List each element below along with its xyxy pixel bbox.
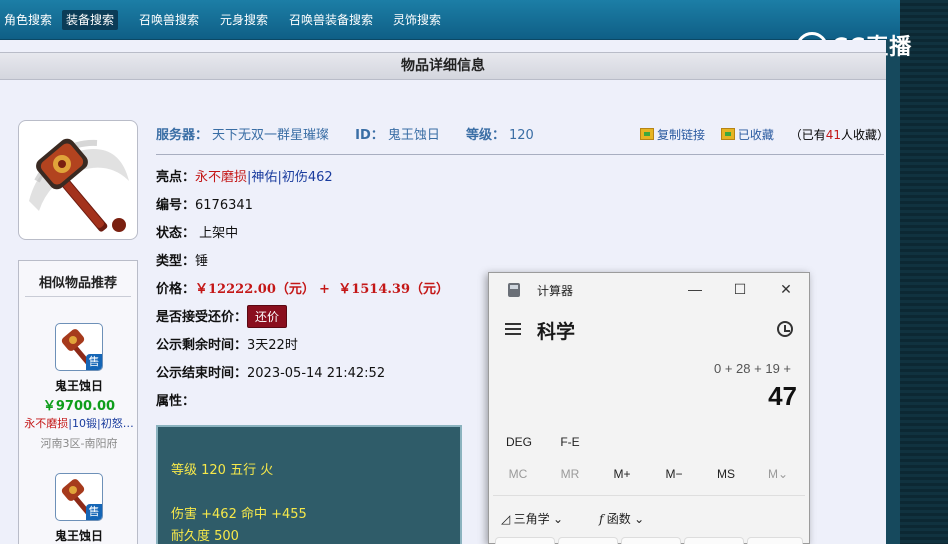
- end-time-value: 2023-05-14 21:42:52: [247, 366, 386, 381]
- counter-offer-row: 是否接受还价： 还价: [156, 305, 288, 328]
- collect-prefix: （已有: [789, 128, 826, 142]
- price-row: 价格：￥12222.00（元） + ￥1514.39（元）: [156, 282, 449, 297]
- similar-item-server: 河南3区-南阳府: [40, 437, 118, 450]
- attributes-box: 等级 120 五行 火 伤害 +462 命中 +455 耐久度 500: [156, 425, 462, 544]
- highlight-tag: 初伤462: [281, 170, 333, 185]
- nav-equipment-search[interactable]: 装备搜索: [62, 10, 119, 30]
- calculator-expression: 0 + 28 + 19 +: [714, 361, 791, 376]
- calc-key[interactable]: [621, 537, 681, 544]
- chevron-down-icon: ⌄: [552, 512, 563, 526]
- nav-yuanshen-search[interactable]: 元身搜索: [216, 10, 272, 30]
- calculator-result: 47: [768, 381, 797, 411]
- collect-suffix: 人收藏）: [840, 128, 889, 142]
- divider: [156, 154, 884, 155]
- attr-line: 等级 120 五行 火: [171, 463, 274, 478]
- status-value: 上架中: [199, 226, 239, 241]
- item-actions: 复制链接 已收藏 （已有41人收藏）: [640, 126, 889, 143]
- similar-items-panel: 相似物品推荐 售 鬼王蚀日 ￥9700.00 永不磨损|10锻|初怒… 河南3区…: [18, 260, 138, 544]
- sale-badge: 售: [86, 354, 102, 370]
- end-time-row: 公示结束时间：2023-05-14 21:42:52: [156, 366, 386, 381]
- page-title: 物品详细信息: [0, 52, 886, 80]
- remaining-time-value: 3天22时: [247, 338, 298, 353]
- favorite-icon: [720, 128, 735, 140]
- highlight-tag: 永不磨损: [195, 170, 248, 185]
- remaining-time-row: 公示剩余时间：3天22时: [156, 338, 298, 353]
- calculator-titlebar[interactable]: 计算器 — ☐ ✕: [489, 273, 809, 305]
- memory-clear-button[interactable]: MC: [496, 467, 540, 481]
- memory-list-button[interactable]: M⌄: [756, 467, 800, 481]
- server-label: 服务器：: [156, 128, 209, 143]
- highlight-tag: 神佑: [251, 170, 278, 185]
- calc-key[interactable]: [558, 537, 618, 544]
- page-scroll-edge: [886, 40, 900, 544]
- collect-count: 41: [825, 128, 841, 142]
- close-button[interactable]: ✕: [774, 279, 798, 299]
- code-value: 6176341: [195, 198, 253, 213]
- item-image: [18, 120, 138, 240]
- calc-key[interactable]: [747, 537, 803, 544]
- deg-button[interactable]: DEG: [497, 435, 541, 449]
- copy-link-icon: [640, 128, 654, 140]
- chevron-down-icon: ⌄: [634, 512, 645, 526]
- memory-recall-button[interactable]: MR: [548, 467, 592, 481]
- attr-line: 伤害 +462 命中 +455: [171, 507, 307, 522]
- function-icon: f: [599, 512, 604, 526]
- hammer-icon: [29, 138, 129, 232]
- similar-items-title: 相似物品推荐: [25, 261, 131, 297]
- attributes-row: 属性：: [156, 394, 196, 409]
- counter-offer-button[interactable]: 还价: [247, 305, 288, 328]
- highlight-row: 亮点：永不磨损|神佑|初伤462: [156, 170, 333, 185]
- nav-lingshi-search[interactable]: 灵饰搜索: [389, 10, 445, 30]
- id-value: 鬼王蚀日: [387, 128, 440, 143]
- similar-item-tags: 永不磨损|10锻|初怒…: [24, 417, 134, 430]
- code-row: 编号：6176341: [156, 198, 253, 213]
- calculator-window: 计算器 — ☐ ✕ 科学 0 + 28 + 19 + 47 DEG F-E MC…: [488, 272, 810, 544]
- history-icon[interactable]: [777, 321, 793, 337]
- nav-summon-search[interactable]: 召唤兽搜索: [135, 10, 203, 30]
- similar-item-thumb[interactable]: 售: [55, 473, 103, 521]
- calc-key[interactable]: [495, 537, 555, 544]
- sale-badge: 售: [86, 504, 102, 520]
- maximize-button[interactable]: ☐: [728, 279, 752, 299]
- calc-key[interactable]: [684, 537, 744, 544]
- id-label: ID：: [355, 128, 384, 143]
- type-value: 锤: [195, 254, 209, 269]
- status-row: 状态： 上架中: [156, 226, 239, 241]
- calculator-title: 计算器: [537, 284, 574, 298]
- function-dropdown[interactable]: f 函数 ⌄: [599, 510, 644, 527]
- copy-link-button[interactable]: 复制链接: [657, 128, 705, 142]
- nav-summon-equip-search[interactable]: 召唤兽装备搜索: [285, 10, 377, 30]
- price-fee: ￥1514.39（元）: [338, 282, 449, 297]
- collected-button[interactable]: 已收藏: [738, 128, 774, 142]
- top-nav: 角色搜索 装备搜索 召唤兽搜索 元身搜索 召唤兽装备搜索 灵饰搜索: [0, 0, 900, 40]
- similar-item-thumb[interactable]: 售: [55, 323, 103, 371]
- similar-item-name[interactable]: 鬼王蚀日: [19, 377, 139, 394]
- divider: [493, 495, 805, 496]
- calculator-mode: 科学: [537, 322, 576, 343]
- memory-add-button[interactable]: M+: [600, 467, 644, 481]
- server-value: 天下无双一群星璀璨: [212, 128, 330, 143]
- attr-line: 耐久度 500: [171, 529, 239, 544]
- price-main: ￥12222.00（元）: [195, 282, 315, 297]
- minimize-button[interactable]: —: [683, 279, 707, 299]
- type-row: 类型：锤: [156, 254, 209, 269]
- memory-subtract-button[interactable]: M−: [652, 467, 696, 481]
- nav-role-search[interactable]: 角色搜索: [0, 10, 56, 30]
- trig-dropdown[interactable]: ◿ 三角学 ⌄: [501, 510, 563, 527]
- background-strip: [900, 0, 948, 544]
- calculator-app-icon: [508, 283, 520, 297]
- level-value: 120: [508, 128, 534, 143]
- similar-item-name[interactable]: 鬼王蚀日: [19, 527, 139, 544]
- fe-button[interactable]: F-E: [548, 435, 592, 449]
- item-meta-line: 服务器： 天下无双一群星璀璨 ID： 鬼王蚀日 等级： 120: [156, 124, 538, 143]
- level-label: 等级：: [465, 128, 505, 143]
- triangle-icon: ◿: [501, 512, 511, 526]
- similar-item-price: ￥9700.00: [42, 399, 116, 414]
- memory-store-button[interactable]: MS: [704, 467, 748, 481]
- menu-icon[interactable]: [505, 323, 521, 335]
